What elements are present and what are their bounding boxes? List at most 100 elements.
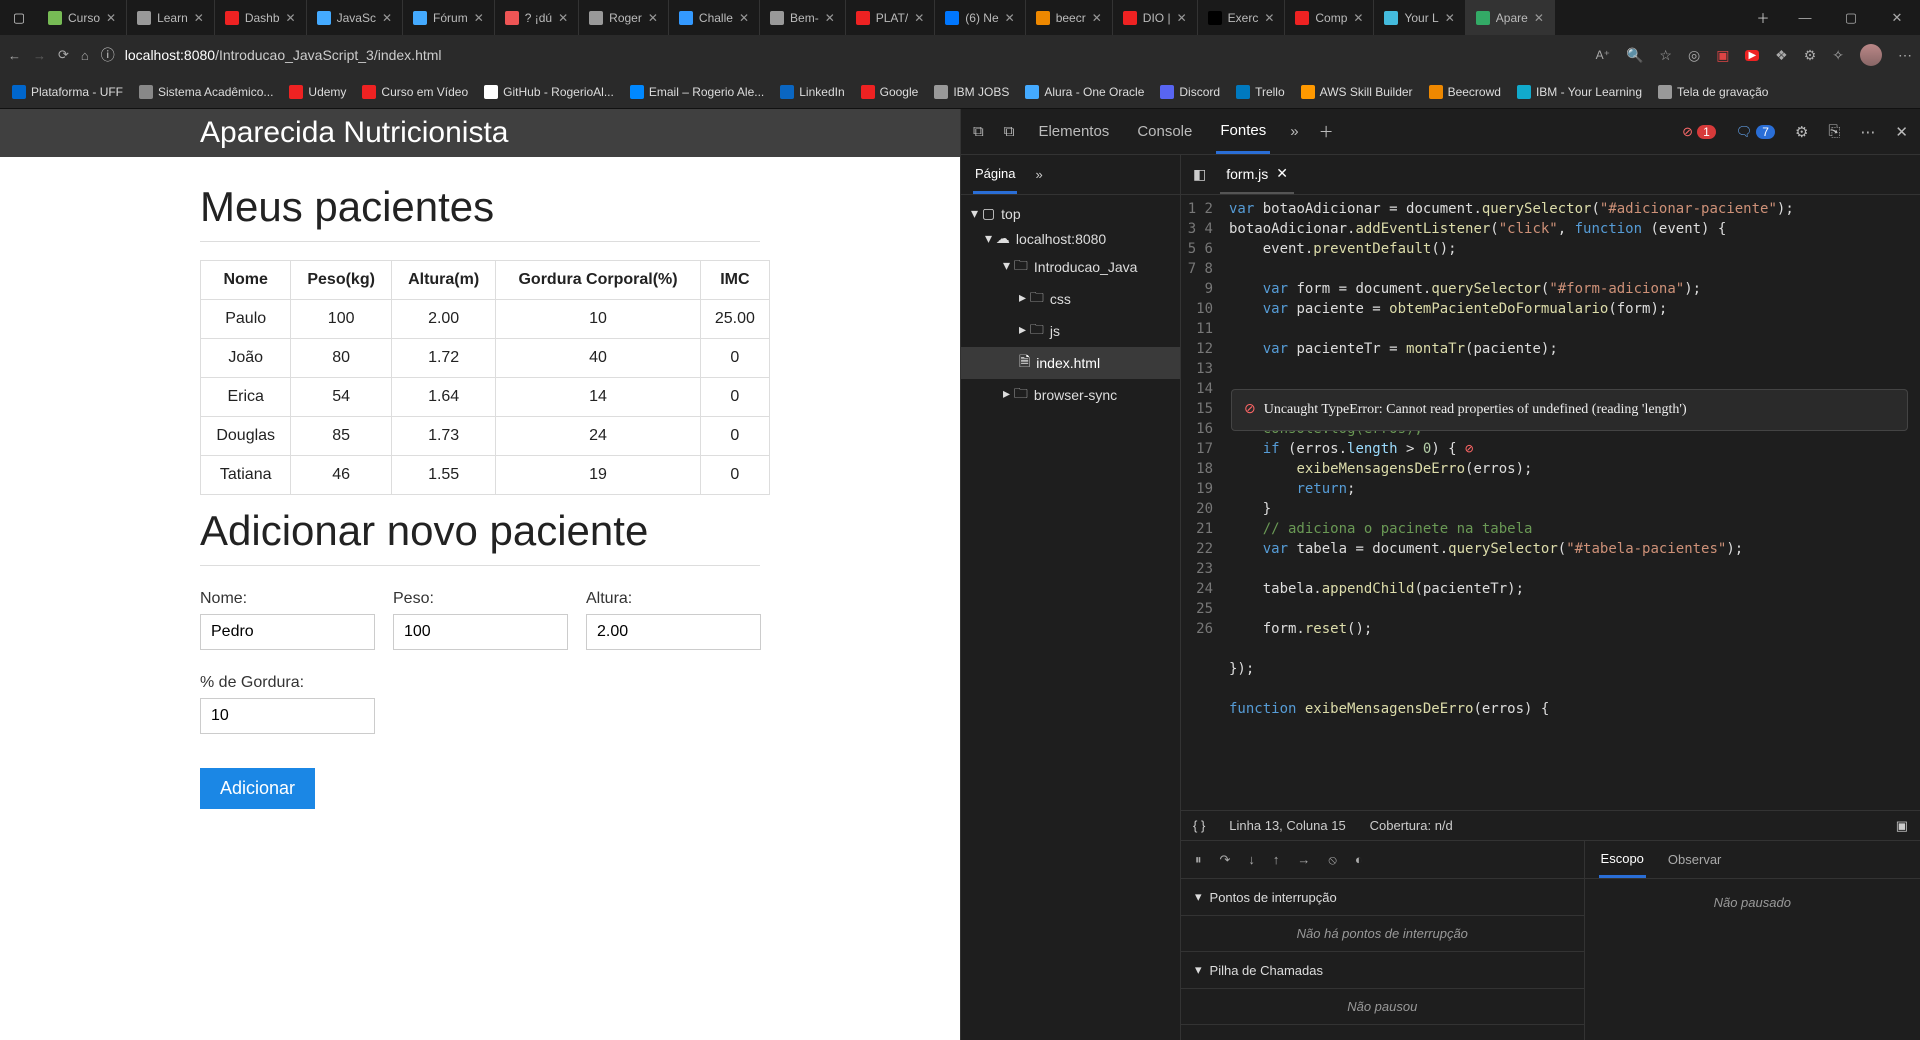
read-aloud-icon[interactable]: 🔍	[1626, 47, 1643, 64]
dock-icon[interactable]: ⧉	[1004, 123, 1015, 140]
ext-icon-2[interactable]: ▣	[1716, 47, 1729, 64]
bookmark-item[interactable]: Email – Rogerio Ale...	[630, 85, 764, 99]
tab-elements[interactable]: Elementos	[1034, 111, 1113, 152]
bookmark-item[interactable]: AWS Skill Builder	[1301, 85, 1413, 99]
step-out-icon[interactable]: ↑	[1273, 852, 1280, 867]
browser-tab[interactable]: ? ¡dú✕	[495, 0, 579, 35]
tree-top[interactable]: ▾ ▢ top	[961, 201, 1180, 226]
bookmark-item[interactable]: Curso em Vídeo	[362, 85, 468, 99]
browser-tab[interactable]: Comp✕	[1285, 0, 1374, 35]
bookmark-item[interactable]: Udemy	[289, 85, 346, 99]
profile-avatar[interactable]	[1860, 44, 1882, 66]
settings-icon[interactable]: ⚙	[1795, 123, 1808, 141]
deactivate-bp-icon[interactable]: ⦸	[1328, 852, 1336, 868]
error-count[interactable]: ⊘ 1	[1682, 124, 1716, 140]
input-peso[interactable]	[393, 614, 568, 650]
new-tab-button[interactable]: ＋	[1744, 0, 1782, 35]
pause-icon[interactable]: ⏸	[1195, 852, 1202, 868]
close-devtools-icon[interactable]: ✕	[1895, 123, 1908, 141]
step-over-icon[interactable]: ↷	[1220, 852, 1231, 868]
bookmark-item[interactable]: GitHub - RogerioAl...	[484, 85, 614, 99]
tab-console[interactable]: Console	[1133, 111, 1196, 152]
tab-scope[interactable]: Escopo	[1599, 842, 1646, 878]
bookmark-item[interactable]: Discord	[1160, 85, 1220, 99]
browser-tab[interactable]: Bem-✕	[760, 0, 846, 35]
browser-tab[interactable]: Learn✕	[127, 0, 215, 35]
tree-host[interactable]: ▾ ☁ localhost:8080	[961, 226, 1180, 251]
device-toggle-icon[interactable]: ⧉	[973, 123, 984, 140]
tree-css[interactable]: ▸ 🗀 css	[961, 283, 1180, 315]
browser-tab[interactable]: Curso✕	[38, 0, 127, 35]
callstack-header[interactable]: ▾ Pilha de Chamadas	[1181, 952, 1584, 989]
input-gordura[interactable]	[200, 698, 375, 734]
browser-tab[interactable]: Apare✕	[1466, 0, 1555, 35]
tree-browsersync[interactable]: ▸ 🗀 browser-sync	[961, 379, 1180, 411]
bookmark-item[interactable]: Trello	[1236, 85, 1285, 99]
info-icon[interactable]: ⓘ	[101, 45, 115, 65]
input-altura[interactable]	[586, 614, 761, 650]
bookmark-item[interactable]: Google	[861, 85, 919, 99]
ext-icon-3[interactable]: ▶	[1745, 50, 1759, 61]
more-icon[interactable]: ⋯	[1860, 123, 1875, 141]
browser-tab[interactable]: PLAT/✕	[846, 0, 936, 35]
brackets-icon[interactable]: { }	[1193, 818, 1205, 833]
navtab-page[interactable]: Página	[973, 156, 1017, 194]
bookmark-item[interactable]: IBM JOBS	[934, 85, 1009, 99]
ext-icon-1[interactable]: ◎	[1688, 47, 1700, 64]
bookmark-item[interactable]: Beecrowd	[1429, 85, 1501, 99]
tab-actions-icon[interactable]: ▢	[0, 0, 38, 35]
browser-tab[interactable]: Dashb✕	[215, 0, 307, 35]
customize-icon[interactable]: ⎘	[1828, 123, 1840, 140]
table-row: Paulo1002.001025.00	[201, 300, 770, 339]
pause-exceptions-icon[interactable]: ◐	[1355, 852, 1363, 867]
favorite-icon[interactable]: ☆	[1659, 47, 1672, 64]
browser-tab[interactable]: beecr✕	[1026, 0, 1113, 35]
tree-js[interactable]: ▸ 🗀 js	[961, 315, 1180, 347]
navtab-more-icon[interactable]: »	[1035, 167, 1042, 182]
more-tabs-icon[interactable]: »	[1290, 123, 1298, 140]
browser-tab[interactable]: Fórum✕	[403, 0, 495, 35]
home-button[interactable]: ⌂	[81, 48, 89, 63]
tree-index[interactable]: 🗎 index.html	[961, 347, 1180, 379]
bookmark-item[interactable]: LinkedIn	[780, 85, 844, 99]
close-window-button[interactable]: ✕	[1874, 0, 1920, 35]
tab-sources[interactable]: Fontes	[1216, 110, 1270, 154]
minimize-button[interactable]: —	[1782, 0, 1828, 35]
add-tab-icon[interactable]: ＋	[1319, 121, 1334, 142]
browser-tab[interactable]: Your L✕	[1374, 0, 1465, 35]
browser-tab[interactable]: JavaSc✕	[307, 0, 403, 35]
bookmark-item[interactable]: Tela de gravação	[1658, 85, 1768, 99]
step-into-icon[interactable]: ↓	[1248, 852, 1255, 867]
step-icon[interactable]: →	[1297, 852, 1310, 867]
tab-watch[interactable]: Observar	[1666, 843, 1723, 876]
browser-tab[interactable]: Challe✕	[669, 0, 760, 35]
warning-count[interactable]: 🗨 7	[1736, 124, 1775, 140]
code-editor[interactable]: 1 2 3 4 5 6 7 8 9 10 11 12 13 14 15 16 1…	[1181, 195, 1920, 810]
browser-tab[interactable]: Roger✕	[579, 0, 669, 35]
favorites-bar-icon[interactable]: ✧	[1832, 47, 1844, 64]
editor-tab-formjs[interactable]: form.js ✕	[1220, 155, 1294, 194]
bookmark-item[interactable]: IBM - Your Learning	[1517, 85, 1642, 99]
browser-tab[interactable]: DIO |✕	[1113, 0, 1198, 35]
back-button[interactable]: ←	[8, 48, 21, 63]
address-bar[interactable]: ⓘ localhost:8080/Introducao_JavaScript_3…	[101, 45, 1584, 65]
toggle-nav-icon[interactable]: ◧	[1193, 166, 1206, 183]
browser-tab[interactable]: (6) Ne✕	[935, 0, 1025, 35]
browser-tab[interactable]: Exerc✕	[1198, 0, 1286, 35]
breakpoints-header[interactable]: ▾ Pontos de interrupção	[1181, 879, 1584, 916]
ext-icon-5[interactable]: ⚙	[1804, 47, 1817, 64]
bookmark-item[interactable]: Plataforma - UFF	[12, 85, 123, 99]
submit-button[interactable]: Adicionar	[200, 768, 315, 809]
tree-folder[interactable]: ▾ 🗀 Introducao_Java	[961, 251, 1180, 283]
menu-button[interactable]: ⋯	[1898, 47, 1912, 64]
bookmark-item[interactable]: Sistema Acadêmico...	[139, 85, 273, 99]
text-size-icon[interactable]: A⁺	[1596, 48, 1610, 62]
close-file-icon[interactable]: ✕	[1276, 165, 1288, 182]
refresh-button[interactable]: ⟳	[58, 47, 69, 63]
ext-icon-4[interactable]: ❖	[1775, 47, 1788, 64]
status-ext-icon[interactable]: ▣	[1896, 818, 1908, 834]
input-nome[interactable]	[200, 614, 375, 650]
bookmark-item[interactable]: Alura - One Oracle	[1025, 85, 1144, 99]
page-title: Aparecida Nutricionista	[0, 109, 960, 157]
maximize-button[interactable]: ▢	[1828, 0, 1874, 35]
